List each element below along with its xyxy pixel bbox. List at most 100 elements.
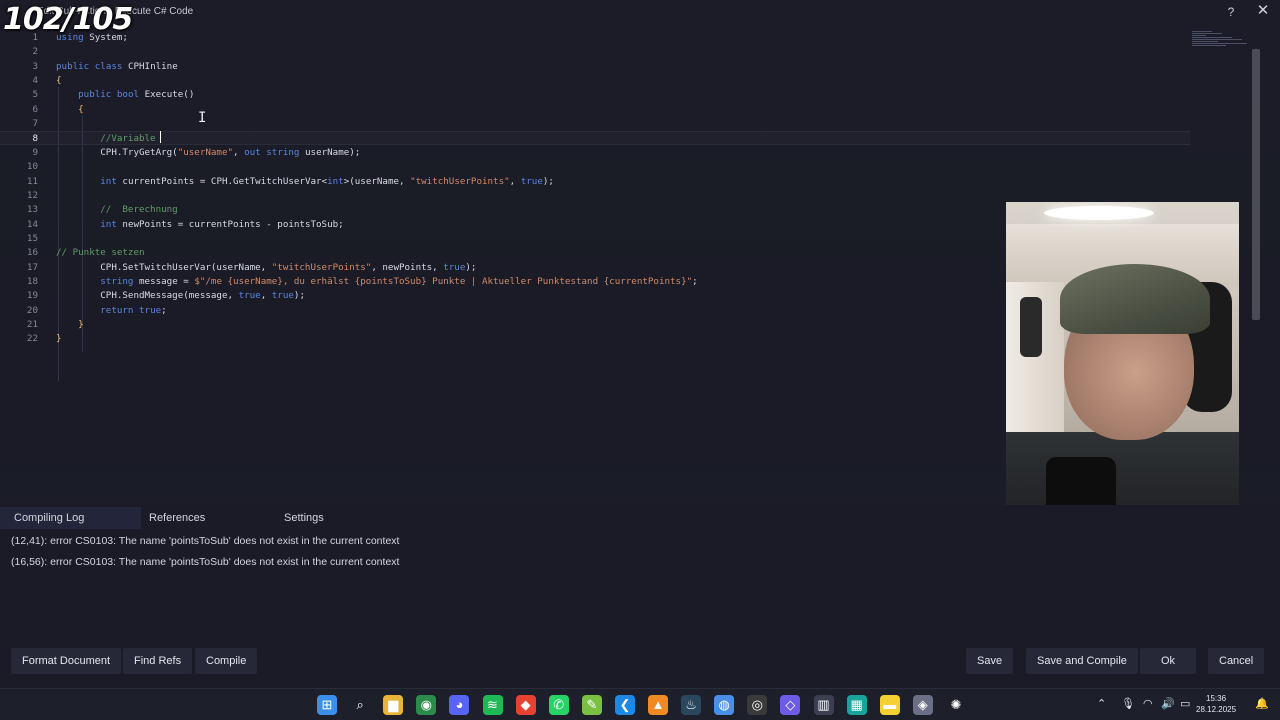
log-entry[interactable]: (12,41): error CS0103: The name 'pointsT… — [11, 535, 399, 547]
code-line[interactable]: 12 — [0, 189, 1190, 203]
streamerbot-icon[interactable]: ◇ — [780, 695, 801, 715]
system-clock[interactable]: 15:36 28.12.2025 — [1196, 693, 1236, 715]
obs-icon[interactable]: ◎ — [747, 695, 768, 715]
windows-start-icon[interactable]: ⊞ — [317, 695, 337, 715]
code-text[interactable]: { — [56, 103, 84, 117]
code-text[interactable]: // Berechnung — [56, 203, 177, 217]
wifi-icon[interactable]: ◠ — [1143, 697, 1153, 710]
title-bar: Edit Sub-Action - Execute C# Code 102/10… — [0, 0, 1280, 37]
save-and-compile-button[interactable]: Save and Compile — [1026, 648, 1138, 674]
code-line[interactable]: 4{ — [0, 74, 1190, 88]
line-number: 9 — [32, 146, 38, 158]
file-explorer-icon[interactable]: ▆ — [383, 695, 404, 715]
vertical-scrollbar[interactable] — [1251, 45, 1261, 500]
format-document-button[interactable]: Format Document — [11, 648, 122, 674]
text-caret — [160, 131, 161, 143]
cancel-button[interactable]: Cancel — [1208, 648, 1265, 674]
code-text[interactable]: using System; — [56, 31, 128, 45]
code-editor-window: Edit Sub-Action - Execute C# Code 102/10… — [0, 0, 1280, 688]
line-number: 20 — [26, 304, 38, 316]
clock-date: 28.12.2025 — [1196, 705, 1237, 714]
spotify-icon[interactable]: ≋ — [482, 695, 503, 715]
line-number: 13 — [26, 204, 38, 216]
code-text[interactable]: } — [56, 318, 84, 332]
code-text[interactable]: int currentPoints = CPH.GetTwitchUserVar… — [56, 175, 554, 189]
minimap[interactable] — [1192, 31, 1250, 51]
git-icon[interactable]: ◆ — [515, 695, 536, 715]
code-text[interactable]: CPH.SendMessage(message, true, true); — [56, 289, 305, 303]
line-number: 11 — [26, 175, 38, 187]
close-button[interactable]: ✕ — [1254, 2, 1272, 20]
tab-references[interactable]: References — [135, 507, 219, 529]
search-icon[interactable]: ⌕ — [350, 695, 370, 715]
vlc-icon[interactable]: ▲ — [648, 695, 668, 715]
clock-time: 15:36 — [1206, 694, 1227, 703]
line-number: 21 — [26, 319, 38, 330]
code-text[interactable]: //Variable — [56, 132, 155, 146]
code-line[interactable]: 6 { — [0, 103, 1190, 117]
chrome-icon[interactable]: ◉ — [416, 695, 437, 715]
mouse-ibeam-cursor: I — [198, 110, 207, 126]
chatgpt-icon[interactable]: ✺ — [946, 695, 966, 715]
line-number: 15 — [26, 232, 38, 244]
code-text[interactable]: public bool Execute() — [56, 88, 194, 102]
save-button[interactable]: Save — [966, 648, 1014, 674]
code-line[interactable]: 3 public class CPHInline — [0, 60, 1190, 74]
tab-settings[interactable]: Settings — [270, 507, 338, 529]
line-number: 8 — [32, 133, 38, 145]
browser-icon[interactable]: ◍ — [714, 695, 735, 715]
sticky-notes-icon[interactable]: ▬ — [879, 695, 900, 715]
audio-icon[interactable]: ▥ — [813, 695, 834, 715]
nvidia-icon[interactable]: ▦ — [846, 695, 867, 715]
code-text[interactable]: CPH.SetTwitchUserVar(userName, "twitchUs… — [56, 261, 476, 275]
steam-icon[interactable]: ♨ — [681, 695, 702, 715]
volume-icon[interactable]: 🔊 — [1161, 697, 1175, 710]
find-refs-button[interactable]: Find Refs — [123, 648, 193, 674]
line-number: 12 — [26, 189, 38, 201]
ok-button[interactable]: Ok — [1140, 648, 1196, 674]
notepad-plus-icon[interactable]: ✎ — [581, 695, 602, 715]
code-text[interactable]: { — [56, 74, 62, 88]
code-text[interactable]: int newPoints = currentPoints - pointsTo… — [56, 218, 343, 232]
code-text[interactable]: public class CPHInline — [56, 60, 178, 74]
line-number: 10 — [26, 161, 38, 173]
line-number: 7 — [32, 118, 38, 130]
line-number: 3 — [32, 60, 38, 72]
davinci-icon[interactable]: ◈ — [912, 695, 933, 715]
discord-icon[interactable]: ◕ — [449, 695, 470, 715]
notification-icon[interactable]: 🔔 — [1255, 697, 1269, 710]
code-line[interactable]: 5 public bool Execute() — [0, 88, 1190, 102]
code-text[interactable]: CPH.TryGetArg("userName", out string use… — [56, 146, 360, 160]
help-button[interactable]: ? — [1222, 3, 1240, 21]
line-number: 5 — [32, 89, 38, 101]
line-number: 4 — [32, 75, 38, 87]
code-line[interactable]: 1 using System; — [0, 31, 1190, 45]
compile-button[interactable]: Compile — [195, 648, 258, 674]
log-entry[interactable]: (16,56): error CS0103: The name 'pointsT… — [11, 556, 399, 568]
battery-icon[interactable]: ▭ — [1180, 697, 1190, 710]
code-line[interactable]: 2 — [0, 45, 1190, 59]
code-line[interactable]: 8 //Variable — [0, 131, 1190, 146]
tray-chevron-icon[interactable]: ⌃ — [1097, 697, 1106, 710]
line-number: 16 — [26, 247, 38, 259]
line-number: 22 — [26, 333, 38, 345]
line-number: 14 — [26, 218, 38, 230]
line-number: 19 — [26, 290, 38, 302]
scrollbar-thumb[interactable] — [1252, 49, 1260, 320]
code-line[interactable]: 9 CPH.TryGetArg("userName", out string u… — [0, 146, 1190, 160]
code-text[interactable]: return true; — [56, 304, 166, 318]
line-number: 18 — [26, 275, 38, 287]
whatsapp-icon[interactable]: ✆ — [548, 695, 569, 715]
line-number: 2 — [32, 46, 38, 58]
code-line[interactable]: 10 — [0, 160, 1190, 174]
vscode-icon[interactable]: ❮ — [614, 695, 635, 715]
code-text[interactable]: // Punkte setzen — [56, 246, 145, 260]
microphone-tray-icon[interactable]: 🎙 — [1121, 697, 1135, 710]
code-text[interactable]: string message = $"/me {userName}, du er… — [56, 275, 697, 289]
taskbar: ⌃ 🎙 ◠ 🔊 ▭ 15:36 28.12.2025 🔔 ⊞ ⌕ ▆ ◉ ◕ ≋ ◆ ✆ ✎ ❮ ▲… — [0, 688, 1280, 720]
code-line[interactable]: 11 int currentPoints = CPH.GetTwitchUser… — [0, 175, 1190, 189]
line-number: 17 — [26, 261, 38, 273]
code-text[interactable]: } — [56, 332, 62, 346]
tab-compiling-log[interactable]: Compiling Log — [0, 507, 141, 529]
code-line[interactable]: 7 — [0, 117, 1190, 131]
